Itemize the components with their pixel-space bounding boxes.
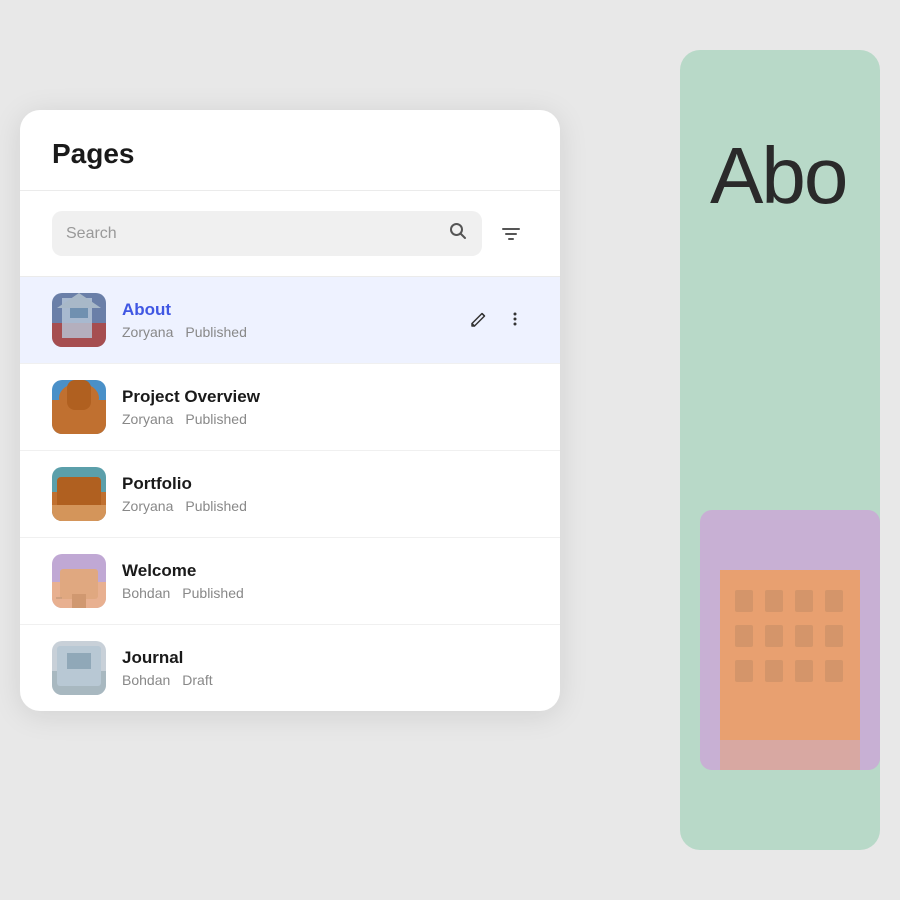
background-green-panel: Abo — [680, 50, 880, 850]
page-info: Portfolio Zoryana Published — [122, 474, 528, 514]
pages-card: Pages Search — [20, 110, 560, 711]
page-meta: Zoryana Published — [122, 411, 528, 427]
page-status: Published — [182, 585, 244, 601]
page-name: Welcome — [122, 561, 528, 581]
edit-button[interactable] — [466, 306, 492, 335]
page-thumbnail — [52, 554, 106, 608]
page-status: Published — [185, 498, 247, 514]
background-text: Abo — [710, 130, 846, 222]
page-author: Bohdan — [122, 585, 170, 601]
page-meta: Zoryana Published — [122, 324, 450, 340]
page-meta: Bohdan Published — [122, 585, 528, 601]
page-meta: Bohdan Draft — [122, 672, 528, 688]
page-name: Portfolio — [122, 474, 528, 494]
page-author: Zoryana — [122, 411, 173, 427]
search-box[interactable]: Search — [52, 211, 482, 256]
page-meta: Zoryana Published — [122, 498, 528, 514]
filter-icon — [500, 223, 522, 245]
filter-button[interactable] — [494, 217, 528, 251]
scene: Abo — [20, 50, 880, 850]
page-status: Published — [185, 324, 247, 340]
page-name: About — [122, 300, 450, 320]
list-item[interactable]: Portfolio Zoryana Published — [20, 451, 560, 538]
page-author: Zoryana — [122, 324, 173, 340]
search-icon — [448, 221, 468, 246]
list-item[interactable]: About Zoryana Published — [20, 277, 560, 364]
page-thumbnail — [52, 467, 106, 521]
list-item[interactable]: Welcome Bohdan Published — [20, 538, 560, 625]
card-header: Pages — [20, 110, 560, 191]
list-item[interactable]: Journal Bohdan Draft — [20, 625, 560, 711]
page-status: Published — [185, 411, 247, 427]
page-name: Journal — [122, 648, 528, 668]
page-actions — [466, 306, 528, 335]
list-item[interactable]: Project Overview Zoryana Published — [20, 364, 560, 451]
more-button[interactable] — [502, 306, 528, 335]
search-row: Search — [20, 191, 560, 277]
page-thumbnail — [52, 641, 106, 695]
page-status: Draft — [182, 672, 212, 688]
page-info: About Zoryana Published — [122, 300, 450, 340]
page-list: About Zoryana Published — [20, 277, 560, 711]
page-name: Project Overview — [122, 387, 528, 407]
page-info: Journal Bohdan Draft — [122, 648, 528, 688]
page-thumbnail — [52, 293, 106, 347]
page-title: Pages — [52, 138, 528, 170]
search-placeholder: Search — [66, 225, 440, 243]
page-author: Zoryana — [122, 498, 173, 514]
page-author: Bohdan — [122, 672, 170, 688]
page-info: Welcome Bohdan Published — [122, 561, 528, 601]
background-building-image — [700, 510, 880, 770]
page-thumbnail — [52, 380, 106, 434]
page-info: Project Overview Zoryana Published — [122, 387, 528, 427]
